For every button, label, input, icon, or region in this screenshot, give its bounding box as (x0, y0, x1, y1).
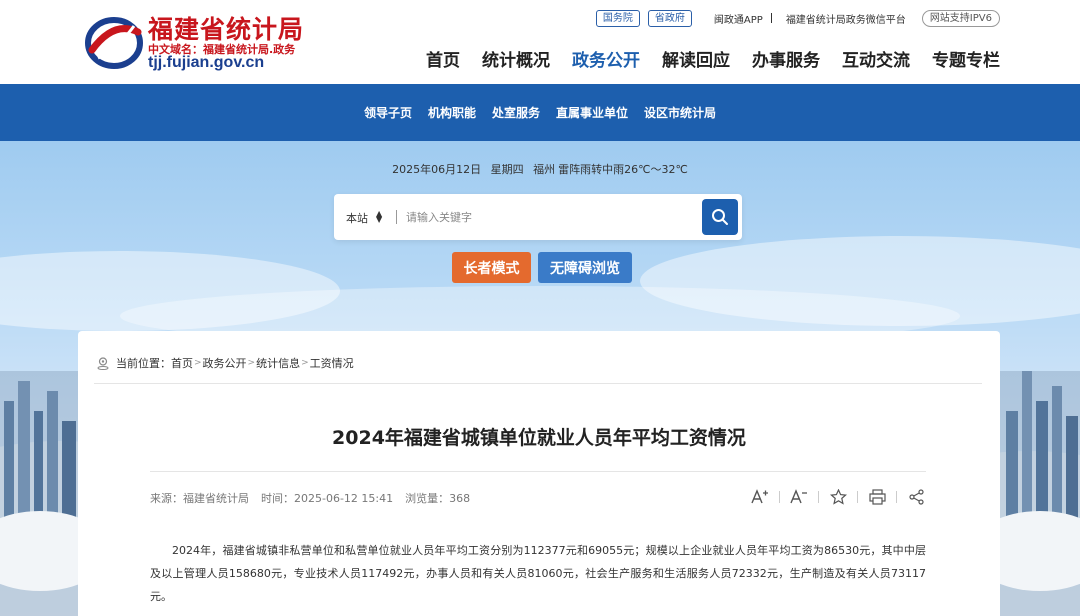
wechat-link[interactable]: 福建省统计局政务微信平台 (786, 11, 906, 26)
emblem-logo-icon (85, 17, 143, 69)
location-icon (97, 357, 109, 370)
date-weather: 2025年06月12日 星期四 福州 雷阵雨转中雨26℃～32℃ (0, 161, 1080, 177)
nav-gov-affairs[interactable]: 政务公开 (572, 46, 640, 71)
top-link-divider (770, 13, 772, 23)
subnav-departments[interactable]: 处室服务 (492, 104, 540, 121)
weekday-text: 星期四 (490, 163, 524, 176)
subnav-city-bureaus[interactable]: 设区市统计局 (644, 104, 716, 121)
font-decrease-icon[interactable] (789, 487, 809, 507)
search-input[interactable] (406, 206, 696, 228)
article-views: 浏览量：368 (405, 492, 471, 505)
elder-mode-button[interactable]: 长者模式 (452, 252, 531, 283)
tool-divider (818, 491, 819, 503)
province-gov-link[interactable]: 省政府 (647, 9, 692, 27)
breadcrumb-gov-affairs[interactable]: 政务公开 (203, 355, 247, 371)
article-tools (750, 487, 926, 507)
logo-domain-en: tjj.fujian.gov.cn (148, 54, 265, 71)
app-link[interactable]: 闽政通APP (714, 11, 763, 26)
search-divider (396, 210, 397, 224)
tool-divider (896, 491, 897, 503)
city-text: 福州 (533, 163, 556, 176)
chevron-updown-icon[interactable]: ▲ ▼ (376, 210, 382, 224)
search-button[interactable] (702, 199, 738, 235)
sub-nav: 领导子页 机构职能 处室服务 直属事业单位 设区市统计局 (0, 84, 1080, 141)
breadcrumb-divider (94, 383, 982, 384)
subnav-functions[interactable]: 机构职能 (428, 104, 476, 121)
article-time: 时间：2025-06-12 15:41 (261, 492, 394, 505)
nav-overview[interactable]: 统计概况 (482, 46, 550, 71)
breadcrumb-separator: > (301, 358, 309, 368)
breadcrumb-separator: > (194, 358, 202, 368)
share-icon[interactable] (906, 487, 926, 507)
tool-divider (779, 491, 780, 503)
nav-services[interactable]: 办事服务 (752, 46, 820, 71)
breadcrumb-label: 当前位置： (116, 357, 171, 370)
breadcrumb: 当前位置： 首页 > 政务公开 > 统计信息 > 工资情况 (96, 355, 354, 371)
breadcrumb-stat-info[interactable]: 统计信息 (256, 355, 300, 371)
breadcrumb-separator: > (247, 358, 256, 368)
star-icon[interactable] (828, 487, 848, 507)
article-source: 来源：福建省统计局 (150, 492, 249, 505)
nav-home[interactable]: 首页 (426, 46, 460, 71)
search-box: 本站 ▲ ▼ (334, 194, 742, 240)
date-text: 2025年06月12日 (392, 163, 482, 176)
search-icon (712, 209, 728, 225)
accessible-mode-button[interactable]: 无障碍浏览 (538, 252, 632, 283)
search-scope-select[interactable]: 本站 (346, 210, 368, 226)
main-nav: 首页 统计概况 政务公开 解读回应 办事服务 互动交流 专题专栏 (404, 46, 1000, 71)
breadcrumb-home[interactable]: 首页 (171, 355, 193, 371)
article-body: 2024年，福建省城镇非私营单位和私营单位就业人员年平均工资分别为112377元… (150, 544, 926, 603)
nav-interaction[interactable]: 互动交流 (842, 46, 910, 71)
tool-divider (857, 491, 858, 503)
weather-text: 雷阵雨转中雨26℃～32℃ (558, 163, 688, 176)
nav-interpretation[interactable]: 解读回应 (662, 46, 730, 71)
top-links: 国务院 省政府 闽政通APP 福建省统计局政务微信平台 网站支持IPV6 (588, 9, 1000, 27)
guowuyuan-link[interactable]: 国务院 (595, 9, 640, 27)
subnav-leaders[interactable]: 领导子页 (364, 104, 412, 121)
city-skyline-left (0, 371, 80, 616)
article-card: 当前位置： 首页 > 政务公开 > 统计信息 > 工资情况 2024年福建省城镇… (78, 331, 1000, 616)
site-header: 福建省统计局 中文域名：福建省统计局.政务 tjj.fujian.gov.cn … (0, 0, 1080, 84)
nav-topics[interactable]: 专题专栏 (932, 46, 1000, 71)
site-logo[interactable]: 福建省统计局 中文域名：福建省统计局.政务 tjj.fujian.gov.cn (84, 10, 334, 74)
print-icon[interactable] (867, 487, 887, 507)
title-divider (150, 471, 926, 472)
subnav-affiliated[interactable]: 直属事业单位 (556, 104, 628, 121)
ipv6-badge[interactable]: 网站支持IPV6 (921, 9, 1000, 27)
article-meta: 来源：福建省统计局 时间：2025-06-12 15:41 浏览量：368 (150, 490, 482, 506)
font-increase-icon[interactable] (750, 487, 770, 507)
breadcrumb-wages[interactable]: 工资情况 (310, 355, 354, 371)
city-skyline-right (1000, 371, 1080, 616)
article-title: 2024年福建省城镇单位就业人员年平均工资情况 (332, 427, 746, 449)
